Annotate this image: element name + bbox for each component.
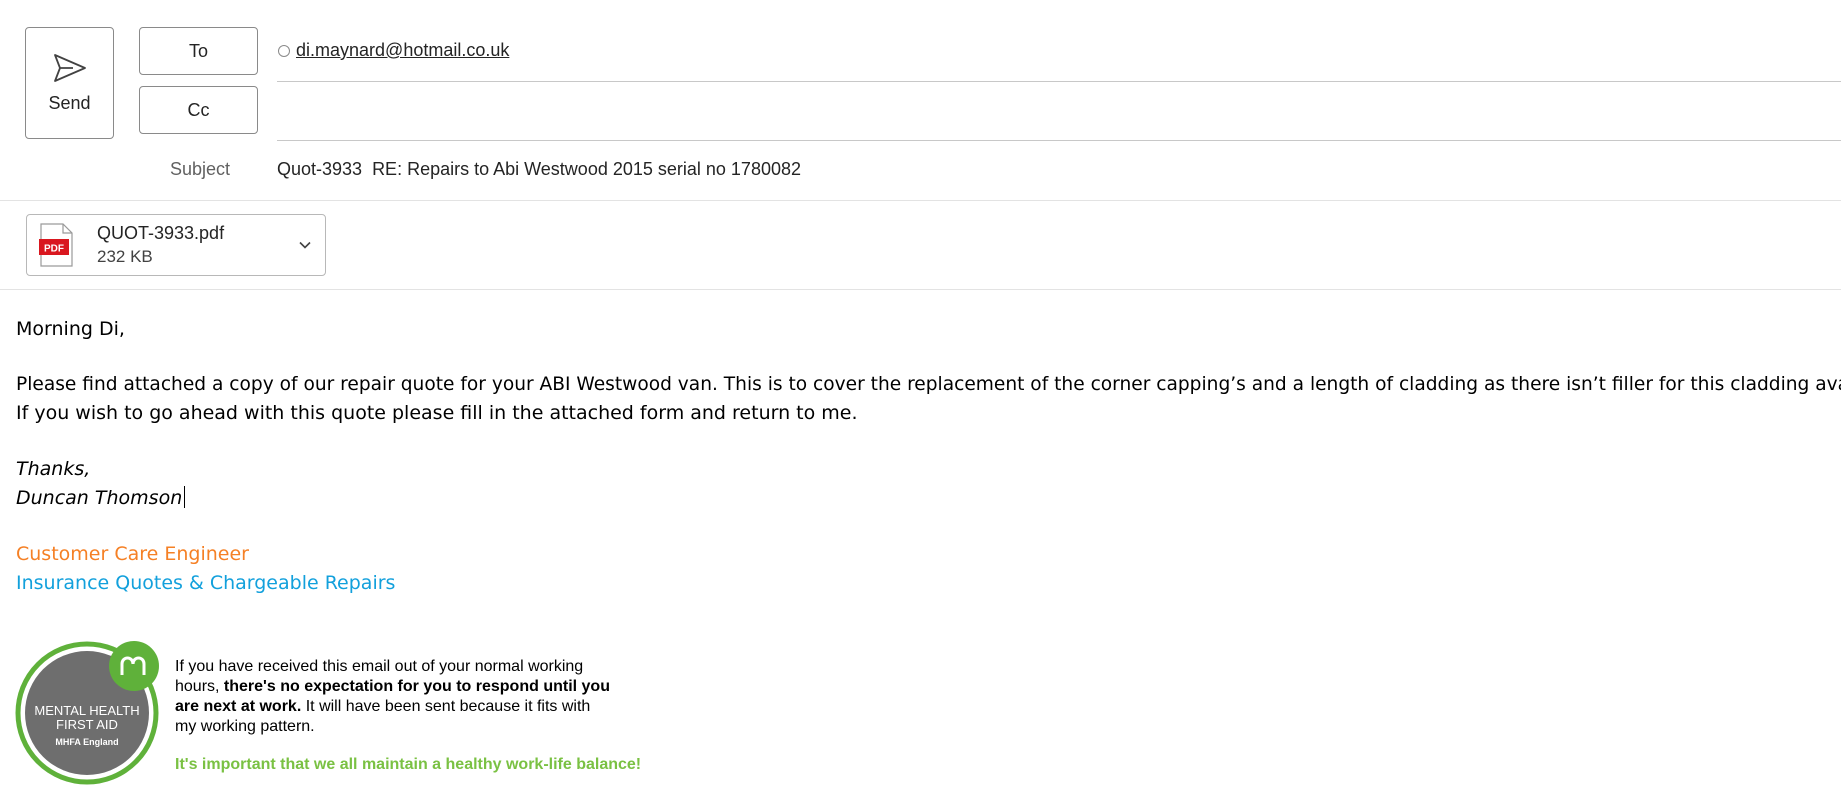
to-recipient-chip[interactable]: di.maynard@hotmail.co.uk bbox=[278, 40, 509, 61]
attachment-divider bbox=[0, 289, 1841, 290]
attachment-file-size: 232 KB bbox=[97, 247, 153, 266]
sender-title: Customer Care Engineer bbox=[16, 543, 249, 565]
cc-input[interactable] bbox=[277, 88, 1841, 138]
pdf-badge-text: PDF bbox=[44, 244, 64, 255]
sender-name: Duncan Thomson bbox=[16, 487, 183, 509]
text-cursor bbox=[184, 486, 186, 508]
send-icon bbox=[53, 53, 86, 82]
attachment-card[interactable]: PDF QUOT-3933.pdf 232 KB bbox=[26, 214, 326, 276]
to-button[interactable]: To bbox=[139, 27, 258, 75]
subject-label: Subject bbox=[170, 159, 231, 179]
header-divider bbox=[0, 200, 1841, 201]
logo-text-line-3: MHFA England bbox=[55, 737, 118, 747]
cc-field-underline bbox=[277, 140, 1841, 141]
body-paragraph-line-2: If you wish to go ahead with this quote … bbox=[16, 402, 858, 424]
to-field-underline bbox=[277, 81, 1841, 82]
cc-button[interactable]: Cc bbox=[139, 86, 258, 134]
sign-off-thanks: Thanks, bbox=[16, 458, 91, 480]
chevron-down-icon[interactable] bbox=[297, 237, 313, 253]
pdf-file-icon: PDF bbox=[39, 223, 73, 267]
to-recipient-address[interactable]: di.maynard@hotmail.co.uk bbox=[296, 40, 509, 61]
body-paragraph-line-1: Please find attached a copy of our repai… bbox=[16, 374, 1841, 395]
mental-health-first-aid-logo: MENTAL HEALTH FIRST AID MHFA England bbox=[15, 641, 159, 785]
attachment-file-name: QUOT-3933.pdf bbox=[97, 223, 225, 243]
sender-name-line[interactable]: Duncan Thomson bbox=[16, 486, 186, 509]
presence-status-icon bbox=[278, 44, 290, 57]
greeting-text: Morning Di, bbox=[16, 318, 125, 340]
send-label: Send bbox=[48, 92, 91, 113]
logo-text-line-2: FIRST AID bbox=[56, 717, 118, 732]
logo-text-line-1: MENTAL HEALTH bbox=[34, 703, 139, 718]
work-life-balance-note: It's important that we all maintain a he… bbox=[175, 756, 642, 773]
cc-label: Cc bbox=[187, 99, 210, 120]
send-button[interactable]: Send bbox=[25, 27, 114, 139]
working-hours-notice: If you have received this email out of y… bbox=[175, 657, 615, 737]
sender-department: Insurance Quotes & Chargeable Repairs bbox=[16, 572, 396, 594]
to-label: To bbox=[188, 40, 208, 61]
subject-input[interactable]: Quot-3933 RE: Repairs to Abi Westwood 20… bbox=[277, 159, 801, 180]
